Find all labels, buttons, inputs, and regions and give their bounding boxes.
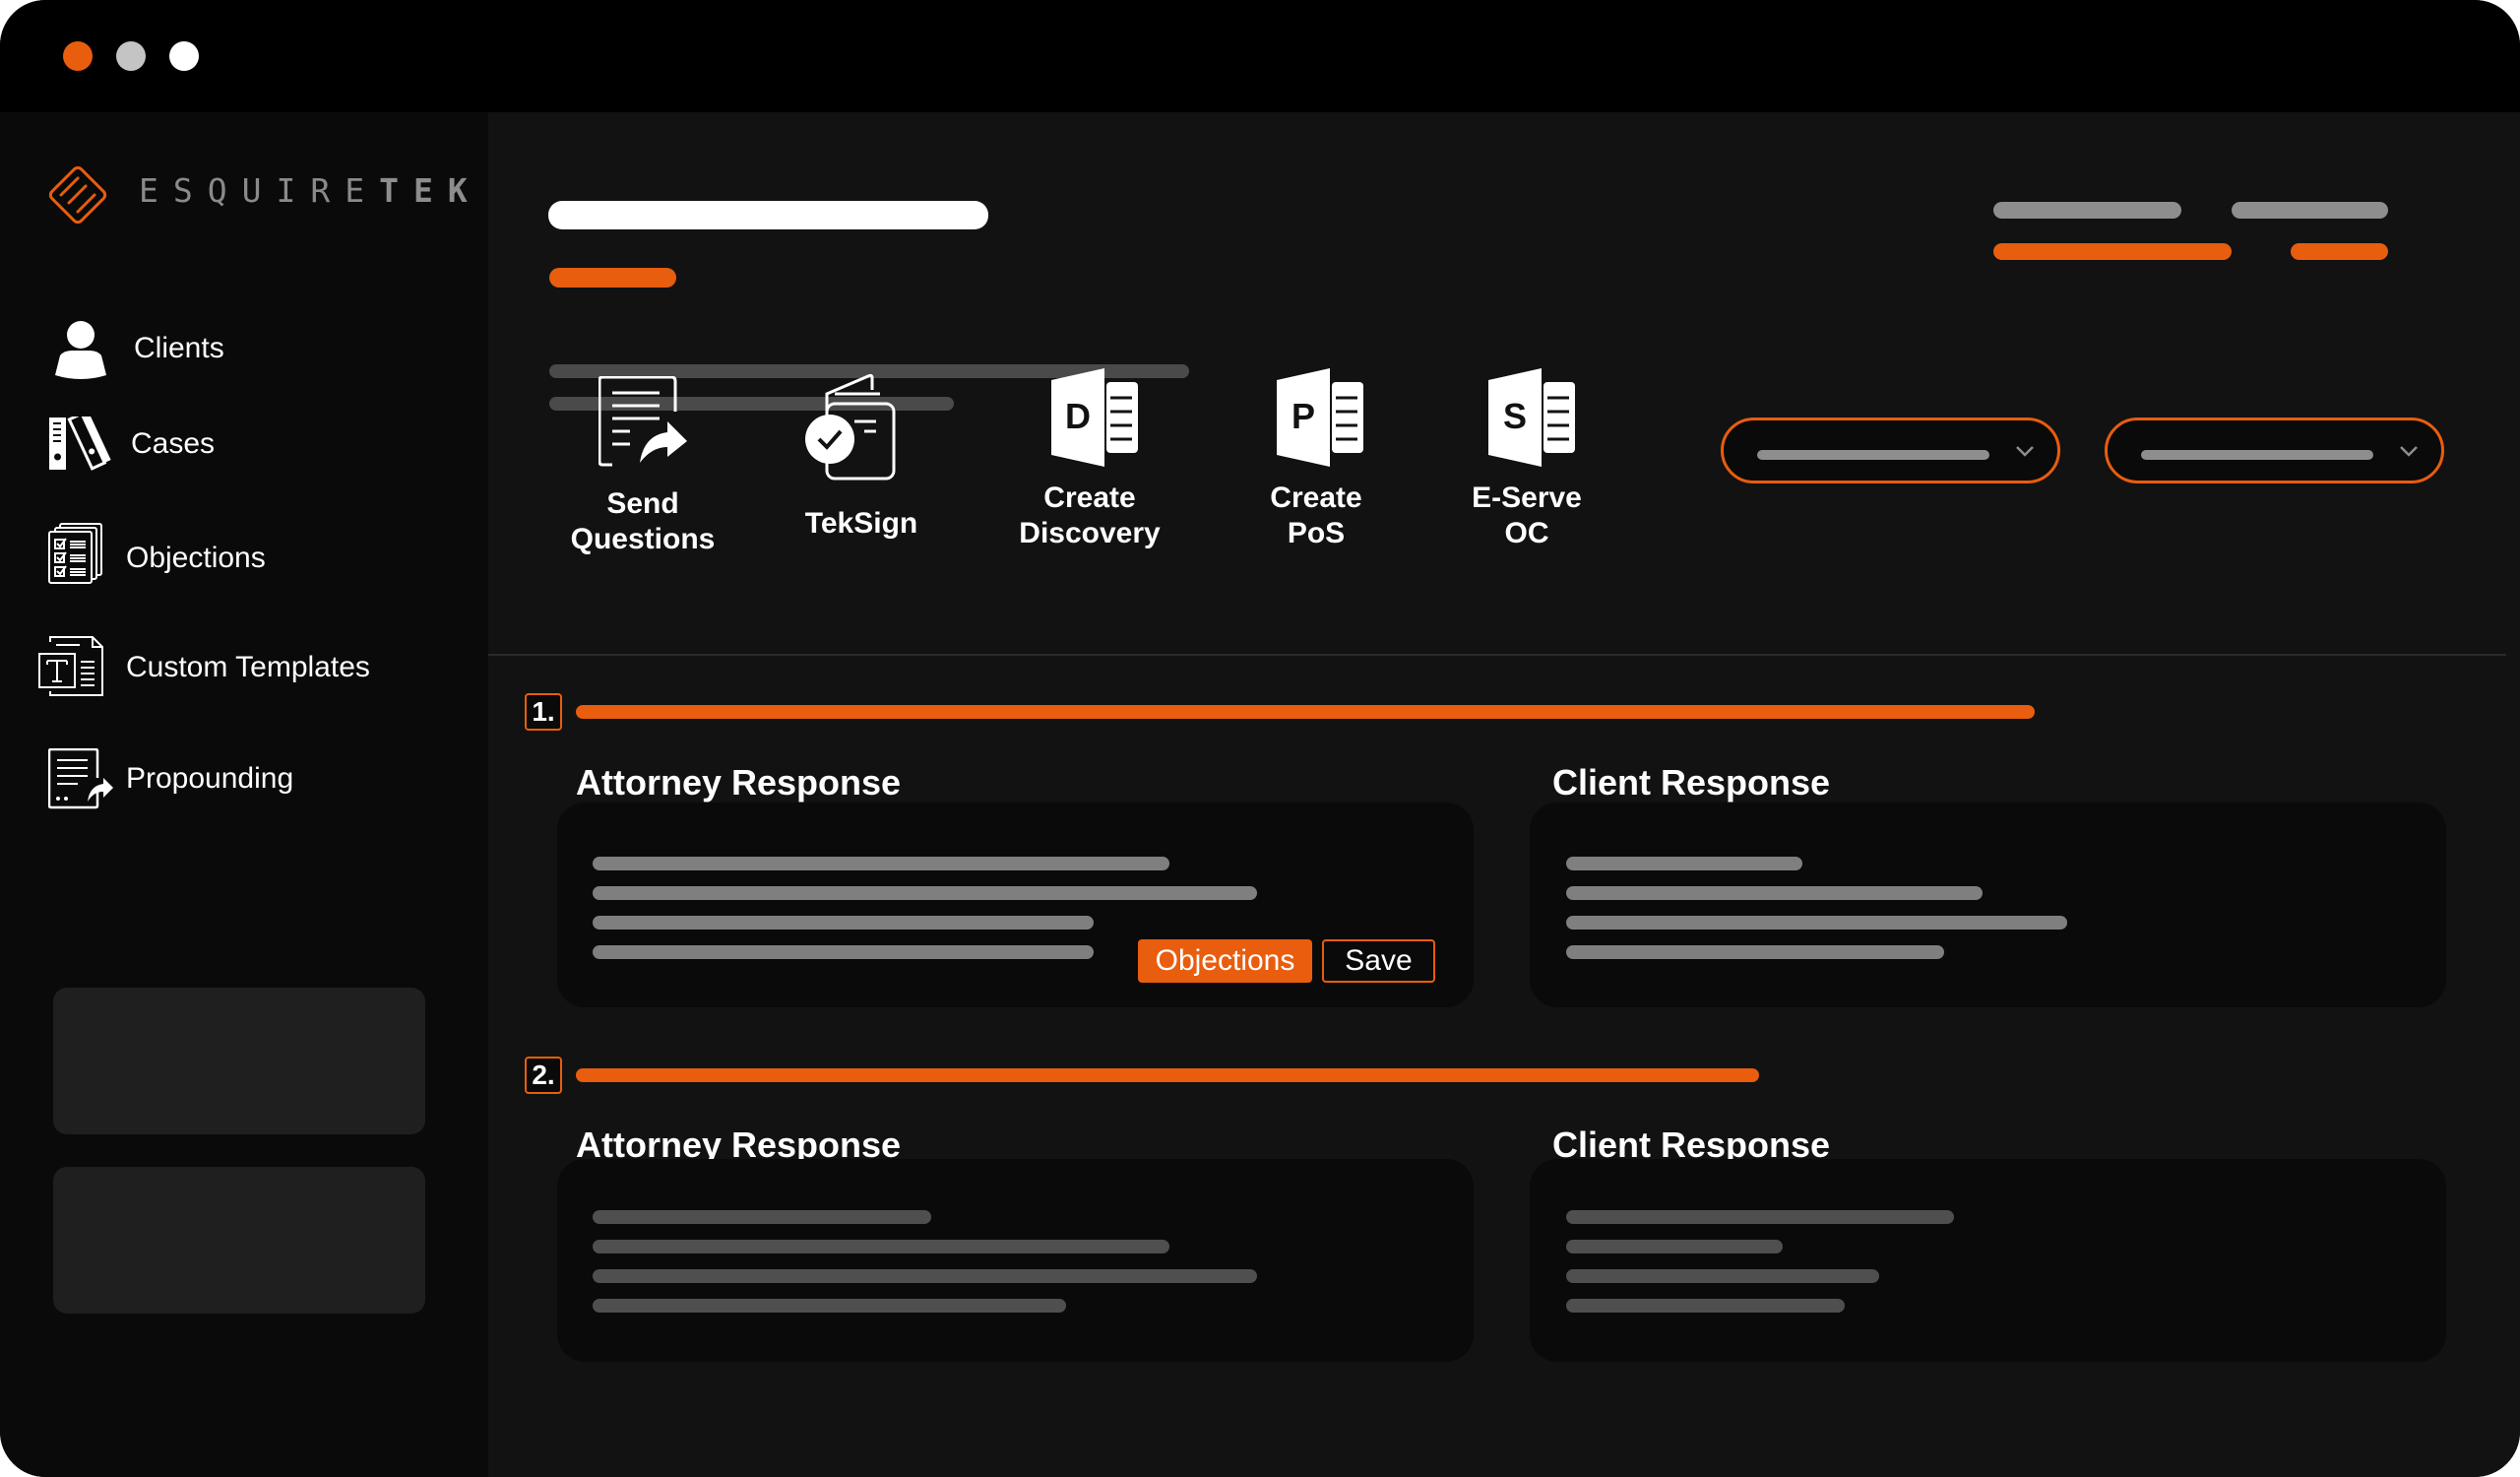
esquiretek-logo-icon: [45, 162, 110, 227]
response-text-line: [1566, 945, 1944, 959]
binders-icon: [48, 411, 113, 477]
brand-name-bold: TEK: [379, 171, 482, 210]
dropdown-value-placeholder: [1757, 450, 1989, 460]
doc-p-icon: P: [1275, 368, 1365, 472]
section-divider: [488, 654, 2506, 656]
chevron-down-icon: [2398, 440, 2420, 462]
question-text-placeholder: [576, 705, 2035, 719]
header-meta-link-placeholder[interactable]: [1993, 243, 2232, 260]
action-label-line2: OC: [1504, 517, 1549, 549]
document-share-icon: [598, 375, 689, 472]
action-label-line2: Discovery: [1019, 517, 1161, 549]
brand-name-light: ESQUIRE: [139, 171, 380, 210]
response-text-line: [593, 916, 1094, 930]
action-label-line1: E-Serve: [1472, 482, 1582, 514]
doc-d-icon: D: [1049, 368, 1140, 472]
sidebar-item-label: Custom Templates: [126, 651, 370, 683]
client-response-title: Client Response: [1552, 762, 1831, 803]
response-text-line: [593, 1240, 1169, 1253]
sidebar-item-objections[interactable]: Objections: [30, 523, 463, 590]
sidebar-item-propounding[interactable]: Propounding: [30, 746, 463, 809]
sidebar-placeholder-panel: [53, 988, 425, 1134]
response-text-line: [1566, 886, 1983, 900]
chevron-down-icon: [2014, 440, 2036, 462]
action-label-line1: TekSign: [804, 507, 918, 540]
client-response-card: [1530, 803, 2446, 1007]
filter-dropdown-2[interactable]: [2105, 417, 2444, 483]
sidebar-item-cases[interactable]: Cases: [30, 411, 463, 477]
question-number-badge: 1.: [525, 693, 562, 731]
title-bar: [0, 0, 2520, 112]
response-text-line: [593, 1210, 931, 1224]
teksign-button[interactable]: TekSign: [778, 372, 945, 559]
sidebar-item-label: Objections: [126, 542, 266, 574]
page-title-placeholder: [548, 201, 988, 229]
header-meta-placeholder: [1993, 202, 2181, 219]
sidebar-item-clients[interactable]: Clients: [30, 317, 463, 380]
response-text-line: [1566, 1299, 1845, 1313]
action-label-line1: Send: [606, 487, 679, 520]
minimize-window-button[interactable]: [116, 41, 146, 71]
response-text-line: [593, 945, 1094, 959]
svg-text:P: P: [1292, 396, 1315, 436]
response-text-line: [1566, 1240, 1783, 1253]
action-label-line2: Questions: [570, 523, 716, 555]
attorney-response-title: Attorney Response: [576, 762, 902, 803]
svg-text:S: S: [1503, 396, 1527, 436]
attorney-response-card[interactable]: [557, 1159, 1474, 1362]
header-meta-placeholder: [2232, 202, 2388, 219]
action-label-line1: Create: [1043, 482, 1136, 514]
maximize-window-button[interactable]: [169, 41, 199, 71]
action-label-line2: PoS: [1287, 517, 1346, 549]
sidebar-item-label: Propounding: [126, 762, 294, 795]
response-text-line: [593, 1269, 1257, 1283]
brand-wordmark[interactable]: ESQUIRETEK: [139, 174, 482, 207]
sidebar-item-label: Clients: [134, 332, 224, 364]
sidebar-item-custom-templates[interactable]: Custom Templates: [30, 636, 463, 699]
sidebar-item-label: Cases: [131, 427, 216, 460]
doc-s-icon: S: [1486, 368, 1577, 472]
signed-document-icon: [805, 372, 898, 487]
create-pos-button[interactable]: P Create PoS: [1232, 368, 1400, 555]
document-forward-icon: [47, 747, 115, 814]
response-text-line: [1566, 916, 2067, 930]
create-discovery-button[interactable]: D Create Discovery: [1006, 368, 1173, 555]
attorney-response-title: Attorney Response: [576, 1124, 902, 1165]
action-label-line1: Create: [1270, 482, 1362, 514]
question-text-placeholder: [576, 1068, 1759, 1082]
response-text-line: [593, 886, 1257, 900]
response-text-line: [1566, 857, 1802, 870]
filter-dropdown-1[interactable]: [1721, 417, 2060, 483]
question-number-badge: 2.: [525, 1057, 562, 1094]
e-serve-oc-button[interactable]: S E-Serve OC: [1443, 368, 1610, 555]
send-questions-button[interactable]: Send Questions: [559, 372, 726, 559]
app-window: ESQUIRETEK Clients Cases Objections Cust…: [0, 0, 2520, 1477]
response-text-line: [593, 857, 1169, 870]
client-response-card: [1530, 1159, 2446, 1362]
objections-button[interactable]: Objections: [1138, 939, 1312, 983]
header-meta-link-placeholder[interactable]: [2291, 243, 2388, 260]
text-template-icon: [38, 636, 105, 702]
response-text-line: [593, 1299, 1066, 1313]
checklist-stack-icon: [48, 523, 105, 589]
page-subtitle-placeholder: [549, 268, 676, 288]
sidebar-placeholder-panel: [53, 1167, 425, 1314]
response-text-line: [1566, 1269, 1879, 1283]
response-text-line: [1566, 1210, 1954, 1224]
client-response-title: Client Response: [1552, 1124, 1831, 1165]
dropdown-value-placeholder: [2141, 450, 2373, 460]
svg-text:D: D: [1065, 396, 1091, 436]
user-icon: [52, 320, 109, 384]
close-window-button[interactable]: [63, 41, 93, 71]
save-button[interactable]: Save: [1322, 939, 1435, 983]
